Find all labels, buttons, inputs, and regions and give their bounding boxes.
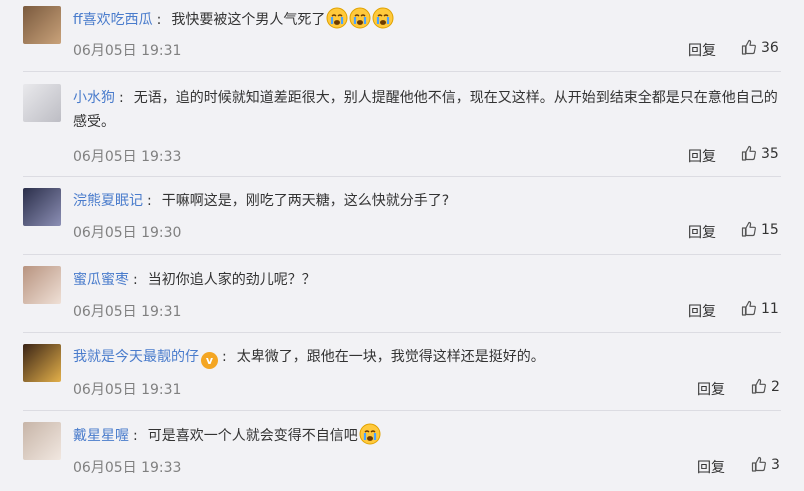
thumbs-up-icon — [741, 145, 756, 161]
like-button[interactable]: 36 — [741, 39, 779, 56]
reply-button[interactable]: 回复 — [697, 379, 725, 399]
emoji-group — [325, 7, 394, 29]
comment-text-line: 蜜瓜蜜枣: 当初你追人家的劲儿呢？？ — [73, 268, 790, 292]
reply-button[interactable]: 回复 — [688, 222, 716, 242]
like-button[interactable]: 2 — [751, 378, 780, 395]
comment-timestamp: 06月05日 19:31 — [73, 382, 182, 398]
like-count: 11 — [761, 301, 779, 317]
comment-text-line: 我就是今天最靓的仔 v: 太卑微了，跟他在一块，我觉得这样还是挺好的。 — [73, 345, 790, 369]
verified-badge-icon: v — [201, 352, 218, 369]
like-count: 2 — [771, 379, 780, 395]
crying-emoji-icon — [372, 7, 394, 29]
like-count: 3 — [771, 457, 780, 473]
comment-text: 无语，追的时候就知道差距很大，别人提醒他他不信，现在又这样。从开始到结束全都是只… — [73, 90, 778, 130]
like-button[interactable]: 11 — [741, 300, 779, 317]
thumbs-up-icon — [741, 300, 756, 316]
avatar[interactable] — [23, 188, 61, 226]
comment-timestamp: 06月05日 19:31 — [73, 304, 182, 320]
like-button[interactable]: 15 — [741, 221, 779, 238]
comment-list: ff喜欢吃西瓜: 我快要被这个男人气死了 06月05日 19:31 回复 36 小水狗: 无… — [0, 0, 804, 491]
avatar[interactable] — [23, 422, 61, 460]
colon: : — [156, 12, 162, 28]
comment-text: 我快要被这个男人气死了 — [171, 12, 326, 28]
like-count: 15 — [761, 222, 779, 238]
comment-text-line: 浣熊夏眠记: 干嘛啊这是，刚吃了两天糖，这么快就分手了? — [73, 189, 790, 213]
username-link[interactable]: ff喜欢吃西瓜 — [73, 12, 153, 28]
divider — [23, 71, 781, 72]
comment-text: 可是喜欢一个人就会变得不自信吧 — [147, 428, 358, 444]
comment-text: 干嘛啊这是，刚吃了两天糖，这么快就分手了? — [161, 193, 450, 209]
colon: : — [133, 428, 138, 444]
comment-timestamp: 06月05日 19:33 — [73, 149, 182, 165]
comment-timestamp: 06月05日 19:33 — [73, 460, 182, 476]
like-count: 36 — [761, 40, 779, 56]
like-button[interactable]: 35 — [741, 145, 779, 162]
avatar[interactable] — [23, 344, 61, 382]
divider — [23, 410, 781, 411]
avatar[interactable] — [23, 266, 61, 304]
like-count: 35 — [761, 146, 779, 162]
reply-button[interactable]: 回复 — [688, 301, 716, 321]
username-link[interactable]: 浣熊夏眠记 — [73, 193, 143, 209]
reply-button[interactable]: 回复 — [697, 457, 725, 477]
avatar[interactable] — [23, 6, 61, 44]
username-link[interactable]: 戴星星喔 — [73, 428, 129, 444]
colon: : — [119, 90, 124, 106]
comment-timestamp: 06月05日 19:30 — [73, 225, 182, 241]
divider — [23, 176, 781, 177]
colon: : — [133, 272, 138, 288]
crying-emoji-icon — [326, 7, 348, 29]
comment-text: 当初你追人家的劲儿呢？？ — [147, 272, 316, 288]
thumbs-up-icon — [741, 39, 756, 55]
colon: : — [147, 193, 152, 209]
reply-button[interactable]: 回复 — [688, 40, 716, 60]
crying-emoji-icon — [349, 7, 371, 29]
username-link[interactable]: 小水狗 — [73, 90, 115, 106]
emoji-group — [358, 423, 381, 445]
comment-text-line: ff喜欢吃西瓜: 我快要被这个男人气死了 — [73, 7, 790, 32]
crying-emoji-icon — [359, 423, 381, 445]
divider — [23, 332, 781, 333]
thumbs-up-icon — [751, 456, 766, 472]
username-link[interactable]: 我就是今天最靓的仔 — [73, 349, 199, 365]
comment-text-line: 小水狗: 无语，追的时候就知道差距很大，别人提醒他他不信，现在又这样。从开始到结束… — [73, 86, 790, 134]
avatar[interactable] — [23, 84, 61, 122]
thumbs-up-icon — [751, 378, 766, 394]
username-link[interactable]: 蜜瓜蜜枣 — [73, 272, 129, 288]
like-button[interactable]: 3 — [751, 456, 780, 473]
reply-button[interactable]: 回复 — [688, 146, 716, 166]
thumbs-up-icon — [741, 221, 756, 237]
divider — [23, 254, 781, 255]
comment-timestamp: 06月05日 19:31 — [73, 43, 182, 59]
comment-text: 太卑微了，跟他在一块，我觉得这样还是挺好的。 — [236, 349, 545, 365]
colon: : — [222, 349, 227, 365]
comment-text-line: 戴星星喔: 可是喜欢一个人就会变得不自信吧 — [73, 423, 790, 448]
